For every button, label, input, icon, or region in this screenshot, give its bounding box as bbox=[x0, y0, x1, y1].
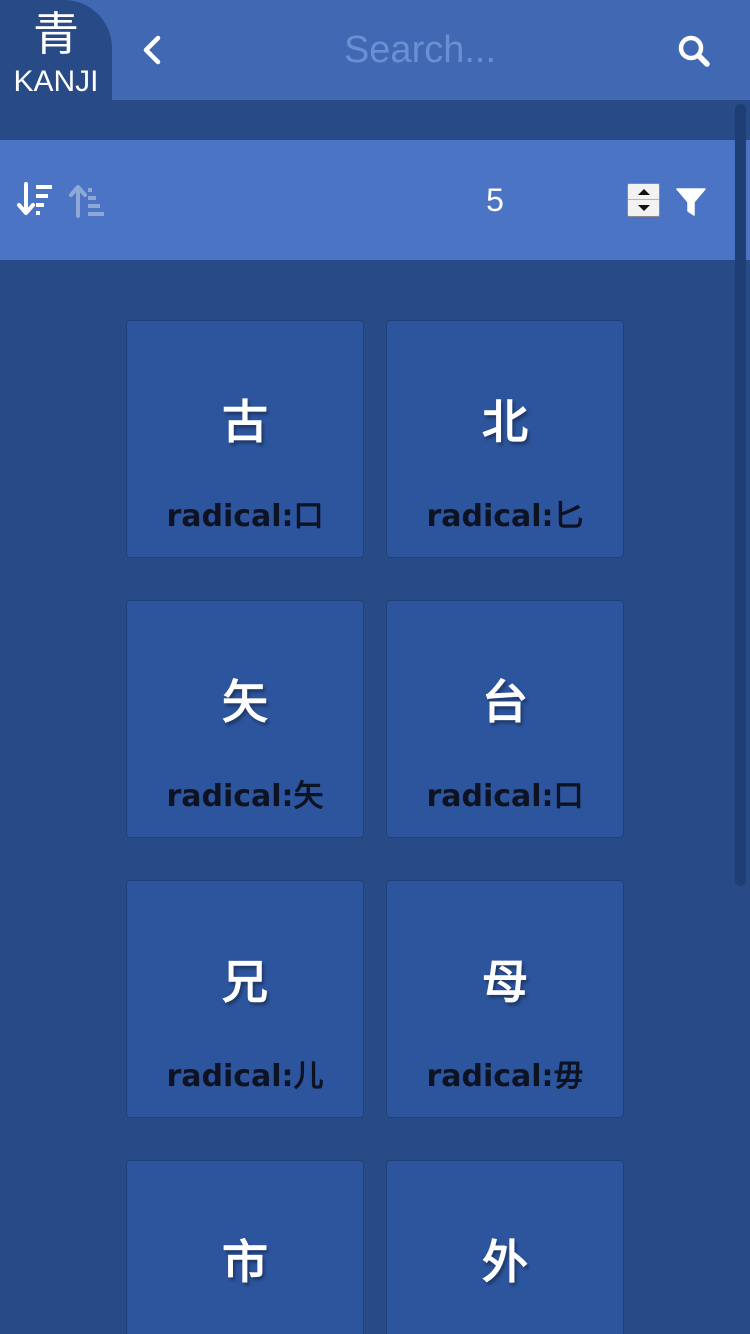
filter-icon bbox=[676, 188, 706, 216]
kanji-character: 北 bbox=[482, 395, 528, 449]
stepper-up-button[interactable] bbox=[628, 184, 659, 200]
scrollbar[interactable] bbox=[735, 104, 746, 886]
sort-descending-button[interactable] bbox=[16, 180, 56, 220]
kanji-card[interactable]: 北 radical:匕 bbox=[386, 320, 624, 558]
kanji-character: 古 bbox=[222, 395, 268, 449]
kanji-card[interactable]: 市 bbox=[126, 1160, 364, 1334]
kanji-card[interactable]: 古 radical:口 bbox=[126, 320, 364, 558]
back-button[interactable] bbox=[130, 26, 174, 74]
triangle-down-icon bbox=[637, 205, 650, 211]
kanji-radical: radical:儿 bbox=[166, 1059, 324, 1094]
kanji-character: 台 bbox=[482, 675, 528, 729]
kanji-radical: radical:匕 bbox=[426, 499, 584, 534]
stepper-down-button[interactable] bbox=[628, 200, 659, 216]
sort-ascending-button[interactable] bbox=[68, 180, 108, 220]
kanji-character: 市 bbox=[222, 1235, 268, 1289]
kanji-card[interactable]: 外 bbox=[386, 1160, 624, 1334]
kanji-character: 外 bbox=[482, 1235, 528, 1289]
kanji-radical: radical:口 bbox=[166, 499, 324, 534]
chevron-left-icon bbox=[143, 35, 161, 65]
kanji-radical: radical:矢 bbox=[166, 779, 324, 814]
sort-descending-icon bbox=[17, 182, 52, 215]
kanji-radical: radical:口 bbox=[426, 779, 584, 814]
search-button[interactable] bbox=[670, 28, 718, 74]
search-input[interactable] bbox=[210, 22, 630, 78]
filter-button[interactable] bbox=[676, 186, 706, 218]
level-value[interactable]: 5 bbox=[440, 178, 550, 222]
sort-ascending-icon bbox=[69, 185, 104, 218]
kanji-card[interactable]: 台 radical:口 bbox=[386, 600, 624, 838]
search-icon bbox=[678, 35, 710, 67]
kanji-character: 矢 bbox=[222, 675, 268, 729]
kanji-character: 兄 bbox=[222, 955, 268, 1009]
app-logo[interactable]: 青 KANJI bbox=[0, 0, 112, 100]
kanji-card[interactable]: 母 radical:毋 bbox=[386, 880, 624, 1118]
logo-text: KANJI bbox=[13, 65, 99, 98]
logo-kanji: 青 bbox=[33, 7, 79, 61]
kanji-card[interactable]: 矢 radical:矢 bbox=[126, 600, 364, 838]
kanji-radical: radical:毋 bbox=[426, 1059, 584, 1094]
kanji-character: 母 bbox=[482, 955, 528, 1009]
level-stepper[interactable] bbox=[627, 183, 660, 217]
triangle-up-icon bbox=[637, 188, 650, 195]
app-header: 青 KANJI bbox=[0, 0, 750, 100]
kanji-card[interactable]: 兄 radical:儿 bbox=[126, 880, 364, 1118]
